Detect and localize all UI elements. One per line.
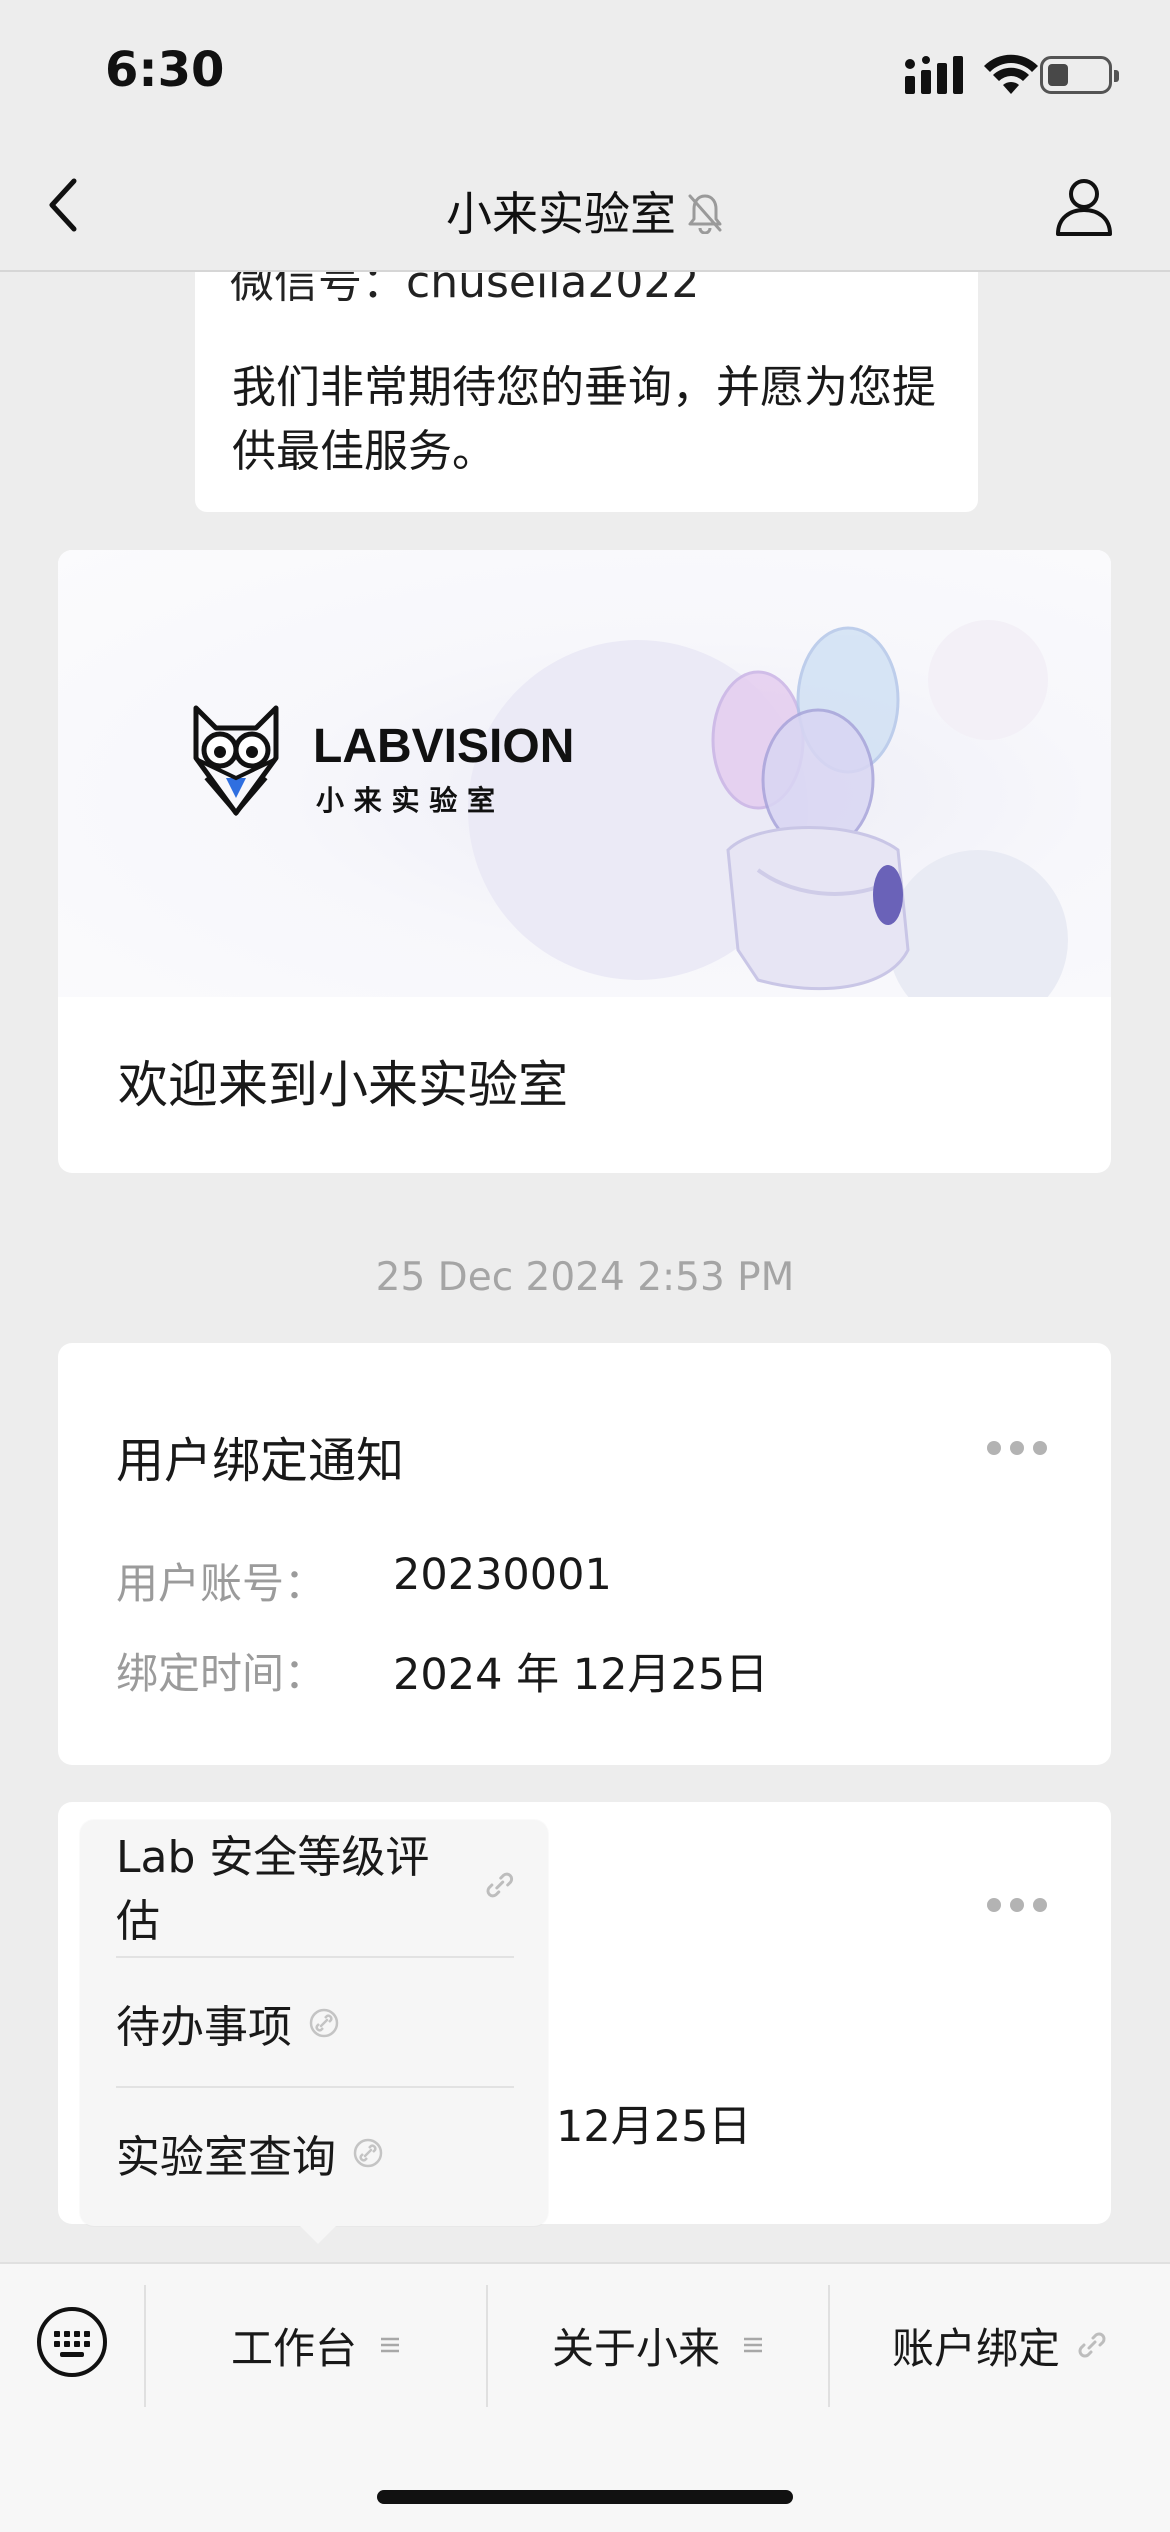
menu-item-label: 关于小来 bbox=[551, 2323, 720, 2373]
mute-bell-icon bbox=[688, 194, 722, 234]
popup-item-todo[interactable]: 待办事项 bbox=[116, 1958, 516, 2088]
banner-image: LABVISION 小 来 实 验 室 bbox=[58, 550, 1111, 1030]
menu-item-label: 工作台 bbox=[230, 2323, 357, 2373]
menu-item-workbench[interactable]: 工作台 bbox=[146, 2315, 486, 2375]
home-indicator[interactable] bbox=[377, 2490, 793, 2504]
popup-item-label: 待办事项 bbox=[116, 2002, 292, 2053]
welcome-banner-card[interactable]: LABVISION 小 来 实 验 室 欢迎来到小来实验室 bbox=[58, 550, 1111, 1173]
popup-item-label: 实验室查询 bbox=[116, 2132, 336, 2183]
link-icon bbox=[486, 1872, 514, 1898]
popup-item-lab-query[interactable]: 实验室查询 bbox=[116, 2088, 516, 2218]
card-date-value: 12月25日 bbox=[556, 2102, 752, 2152]
more-options-icon[interactable] bbox=[987, 1898, 1047, 1914]
logo-subtext: 小 来 实 验 室 bbox=[316, 784, 495, 817]
wifi-icon bbox=[984, 54, 1038, 94]
menu-item-account-binding[interactable]: 账户绑定 bbox=[830, 2315, 1170, 2375]
account-value: 20230001 bbox=[393, 1550, 612, 1600]
popup-item-label: Lab 安全等级评估 bbox=[116, 1832, 430, 1947]
status-time: 6:30 bbox=[105, 42, 225, 98]
workbench-popup-menu: Lab 安全等级评估 待办事项 实验室查询 bbox=[80, 1820, 548, 2226]
chat-title: 小来实验室 bbox=[446, 187, 676, 241]
link-icon bbox=[353, 2138, 383, 2168]
menu-lines-icon bbox=[381, 2337, 399, 2353]
profile-icon[interactable] bbox=[1052, 174, 1116, 238]
link-icon bbox=[309, 2008, 339, 2038]
banner-caption: 欢迎来到小来实验室 bbox=[118, 1056, 568, 1114]
keyboard-toggle-icon[interactable] bbox=[36, 2306, 108, 2378]
bind-time-label: 绑定时间： bbox=[116, 1649, 327, 1698]
link-icon bbox=[1078, 2332, 1106, 2358]
cellular-signal-icon bbox=[905, 56, 963, 94]
popup-pointer bbox=[296, 2222, 340, 2244]
binding-notice-card[interactable]: 用户绑定通知 用户账号： 20230001 绑定时间： 2024 年 12月25… bbox=[58, 1343, 1111, 1765]
logo-wordmark: LABVISION bbox=[313, 720, 574, 773]
bind-time-value: 2024 年 12月25日 bbox=[393, 1650, 769, 1700]
message-timestamp: 25 Dec 2024 2:53 PM bbox=[375, 1255, 795, 1300]
notice-title: 用户绑定通知 bbox=[116, 1433, 405, 1489]
chat-header: 小来实验室 bbox=[0, 178, 1170, 244]
account-label: 用户账号： bbox=[116, 1559, 327, 1608]
popup-item-lab-safety[interactable]: Lab 安全等级评估 bbox=[116, 1820, 516, 1950]
menu-item-label: 账户绑定 bbox=[891, 2323, 1060, 2373]
message-text: 我们非常期待您的垂询，并愿为您提供最佳服务。 bbox=[232, 362, 936, 477]
owl-logo-icon bbox=[193, 705, 279, 817]
battery-icon bbox=[1040, 56, 1119, 94]
menu-lines-icon bbox=[744, 2337, 762, 2353]
banner-illustration: LABVISION 小 来 实 验 室 bbox=[193, 620, 1068, 1030]
more-options-icon[interactable] bbox=[987, 1441, 1047, 1457]
menu-item-about[interactable]: 关于小来 bbox=[488, 2315, 828, 2375]
